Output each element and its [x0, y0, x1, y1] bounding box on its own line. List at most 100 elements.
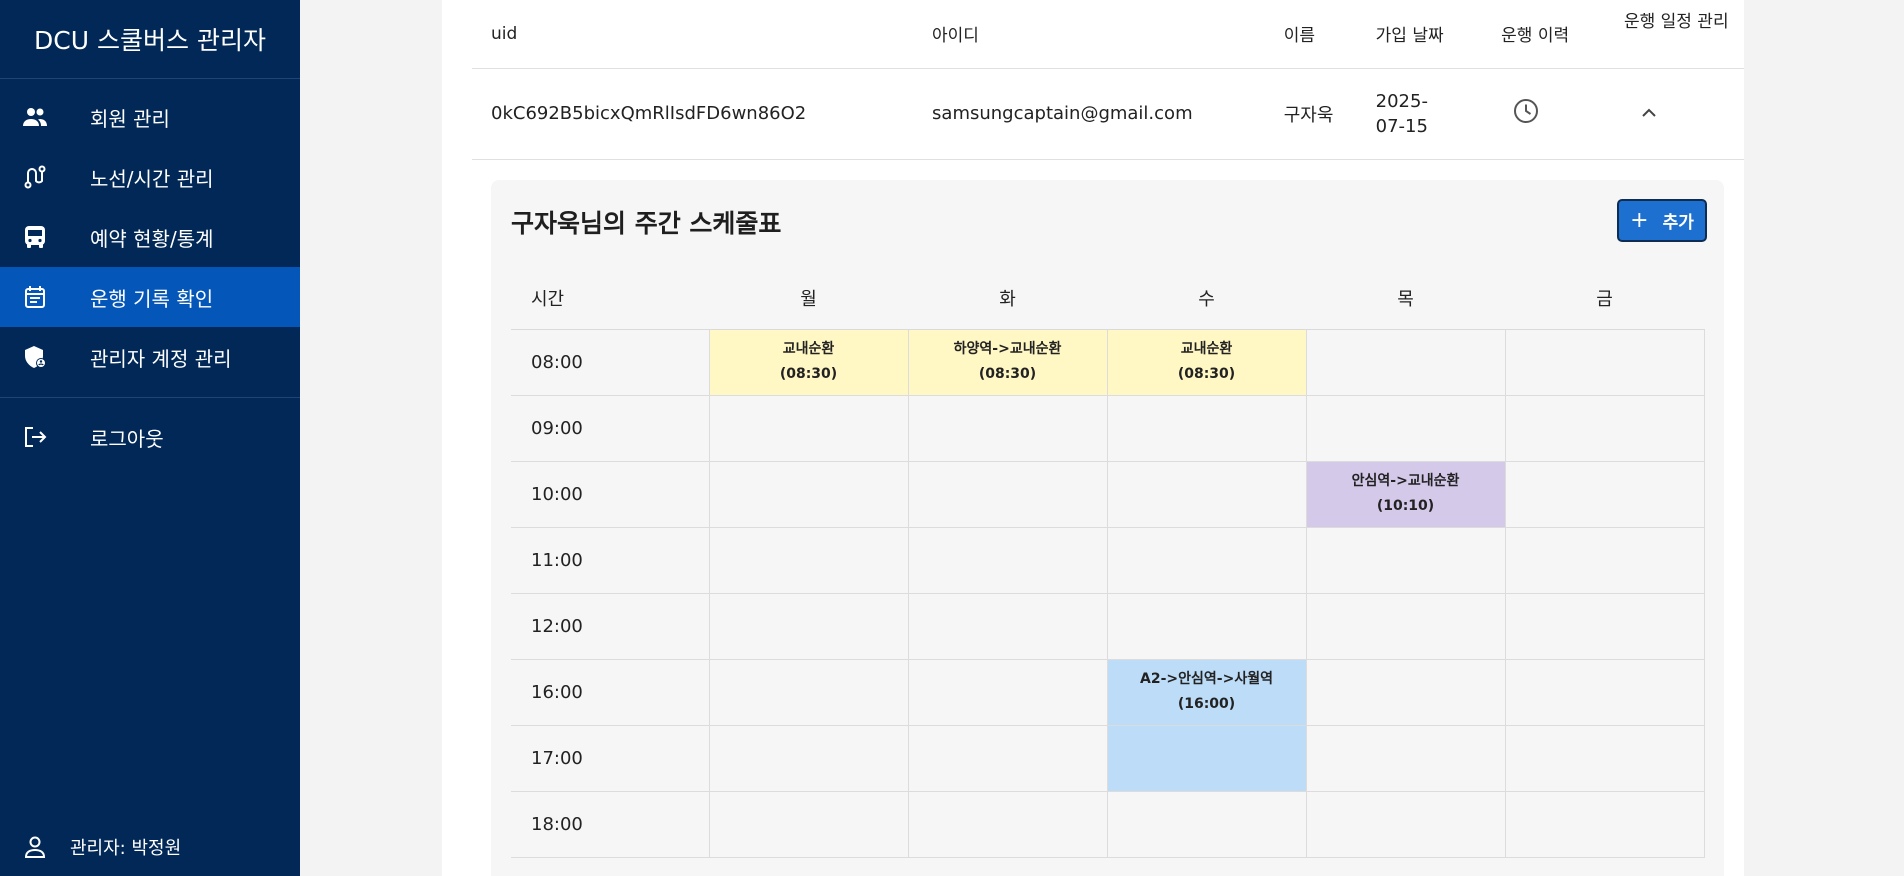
empty-slot[interactable]	[1504, 592, 1705, 660]
add-schedule-button[interactable]: + 추가	[1617, 199, 1707, 242]
admin-info: 관리자: 박정원	[0, 818, 300, 876]
person-icon	[22, 834, 48, 860]
slot-time: (08:30)	[1177, 366, 1236, 382]
schedule-row: 18:00	[511, 790, 1705, 858]
schedule-slot[interactable]: 교내순환 (08:30)	[1106, 328, 1307, 396]
slot-route: 교내순환	[1180, 341, 1233, 357]
empty-slot[interactable]	[907, 592, 1108, 660]
sidebar-item-members[interactable]: 회원 관리	[0, 87, 300, 147]
clock-icon	[1514, 99, 1539, 123]
admin-shield-icon	[22, 344, 48, 370]
empty-slot[interactable]	[708, 526, 909, 594]
empty-slot[interactable]	[907, 724, 1108, 792]
history-button[interactable]	[1513, 98, 1539, 124]
time-slot-label: 09:00	[511, 394, 710, 462]
grid-header-row: 시간 월 화 수 목 금	[511, 267, 1704, 330]
empty-slot[interactable]	[1305, 394, 1506, 462]
slot-route: A2->안심역->사월역	[1140, 671, 1273, 687]
empty-slot[interactable]	[1106, 592, 1307, 660]
empty-slot[interactable]	[907, 460, 1108, 528]
add-button-label: 추가	[1662, 213, 1694, 233]
empty-slot[interactable]	[1504, 724, 1705, 792]
logout-button[interactable]: 로그아웃	[0, 407, 300, 467]
empty-slot[interactable]	[1305, 328, 1506, 396]
empty-slot[interactable]	[1504, 658, 1705, 726]
schedule-card: 구자욱님의 주간 스케줄표 + 추가 시간 월 화 수 목 금 08:00 교내순…	[491, 180, 1724, 876]
cell-schedule-toggle	[1604, 68, 1744, 160]
sidebar-item-drive-records[interactable]: 운행 기록 확인	[0, 267, 300, 327]
logout-icon	[22, 424, 48, 450]
slot-time: (08:30)	[978, 366, 1037, 382]
schedule-row: 10:00 안심역->교내순환 (10:10)	[511, 460, 1705, 528]
schedule-slot[interactable]: 교내순환 (08:30)	[708, 328, 909, 396]
grid-header-day: 목	[1306, 267, 1505, 330]
column-header-name: 이름	[1264, 0, 1357, 69]
sidebar-item-label: 예약 현황/통계	[90, 226, 214, 251]
sidebar: DCU 스쿨버스 관리자 회원 관리 노선/시간 관리 예약 현황/통계 운행 …	[0, 0, 300, 876]
schedule-slot[interactable]: 하양역->교내순환 (08:30)	[907, 328, 1108, 396]
sidebar-item-label: 운행 기록 확인	[90, 286, 214, 311]
schedule-title: 구자욱님의 주간 스케줄표	[511, 209, 782, 238]
empty-slot[interactable]	[1305, 658, 1506, 726]
empty-slot[interactable]	[708, 724, 909, 792]
empty-slot[interactable]	[1504, 328, 1705, 396]
chevron-up-icon	[1642, 108, 1656, 117]
grid-header-day: 금	[1505, 267, 1704, 330]
empty-slot[interactable]	[708, 394, 909, 462]
empty-slot[interactable]	[708, 592, 909, 660]
empty-slot[interactable]	[907, 526, 1108, 594]
empty-slot[interactable]	[907, 658, 1108, 726]
empty-slot[interactable]	[1106, 526, 1307, 594]
schedule-row: 17:00	[511, 724, 1705, 792]
empty-slot[interactable]	[1106, 790, 1307, 858]
empty-slot[interactable]	[1305, 526, 1506, 594]
grid-header-day: 수	[1107, 267, 1306, 330]
sidebar-divider	[0, 397, 300, 398]
cell-uid: 0kC692B5bicxQmRlIsdFD6wn86O2	[472, 68, 914, 160]
empty-slot[interactable]	[1305, 592, 1506, 660]
time-slot-label: 17:00	[511, 724, 710, 792]
time-slot-label: 16:00	[511, 658, 710, 726]
empty-slot[interactable]	[1106, 460, 1307, 528]
people-icon	[22, 104, 48, 130]
empty-slot[interactable]	[708, 658, 909, 726]
time-slot-label: 11:00	[511, 526, 710, 594]
empty-slot[interactable]	[708, 790, 909, 858]
schedule-slot[interactable]	[1106, 724, 1307, 792]
empty-slot[interactable]	[907, 394, 1108, 462]
collapse-button[interactable]	[1640, 107, 1658, 119]
empty-slot[interactable]	[1504, 526, 1705, 594]
column-header-id: 아이디	[913, 0, 1265, 69]
route-icon	[22, 164, 48, 190]
empty-slot[interactable]	[708, 460, 909, 528]
schedule-slot[interactable]: 안심역->교내순환 (10:10)	[1305, 460, 1506, 528]
time-slot-label: 18:00	[511, 790, 710, 858]
table-row[interactable]: 0kC692B5bicxQmRlIsdFD6wn86O2 samsungcapt…	[472, 68, 1744, 160]
empty-slot[interactable]	[1305, 724, 1506, 792]
schedule-row: 08:00 교내순환 (08:30) 하양역->교내순환 (08:30) 교내순환 (08:…	[511, 328, 1705, 396]
sidebar-item-label: 회원 관리	[90, 106, 170, 131]
cell-email: samsungcaptain@gmail.com	[913, 68, 1265, 160]
sidebar-item-admin-accounts[interactable]: 관리자 계정 관리	[0, 327, 300, 387]
schedule-row: 11:00	[511, 526, 1705, 594]
empty-slot[interactable]	[1106, 394, 1307, 462]
empty-slot[interactable]	[1305, 790, 1506, 858]
sidebar-item-routes[interactable]: 노선/시간 관리	[0, 147, 300, 207]
table-header-row: uid 아이디 이름 가입 날짜 운행 이력 운행 일정 관리	[472, 0, 1744, 69]
time-slot-label: 12:00	[511, 592, 710, 660]
empty-slot[interactable]	[1504, 790, 1705, 858]
cell-joined: 2025-07-15	[1356, 68, 1483, 160]
sidebar-item-reservations[interactable]: 예약 현황/통계	[0, 207, 300, 267]
schedule-row: 09:00	[511, 394, 1705, 462]
empty-slot[interactable]	[907, 790, 1108, 858]
admin-label: 관리자: 박정원	[70, 838, 182, 859]
user-table: uid 아이디 이름 가입 날짜 운행 이력 운행 일정 관리 0kC692B5…	[472, 0, 1744, 160]
schedule-row: 16:00 A2->안심역->사월역 (16:00)	[511, 658, 1705, 726]
event-note-icon	[22, 284, 48, 310]
main-content: uid 아이디 이름 가입 날짜 운행 이력 운행 일정 관리 0kC692B5…	[442, 0, 1744, 876]
empty-slot[interactable]	[1504, 394, 1705, 462]
schedule-slot[interactable]: A2->안심역->사월역 (16:00)	[1106, 658, 1307, 726]
column-header-joined: 가입 날짜	[1356, 0, 1483, 69]
grid-header-day: 화	[908, 267, 1107, 330]
empty-slot[interactable]	[1504, 460, 1705, 528]
